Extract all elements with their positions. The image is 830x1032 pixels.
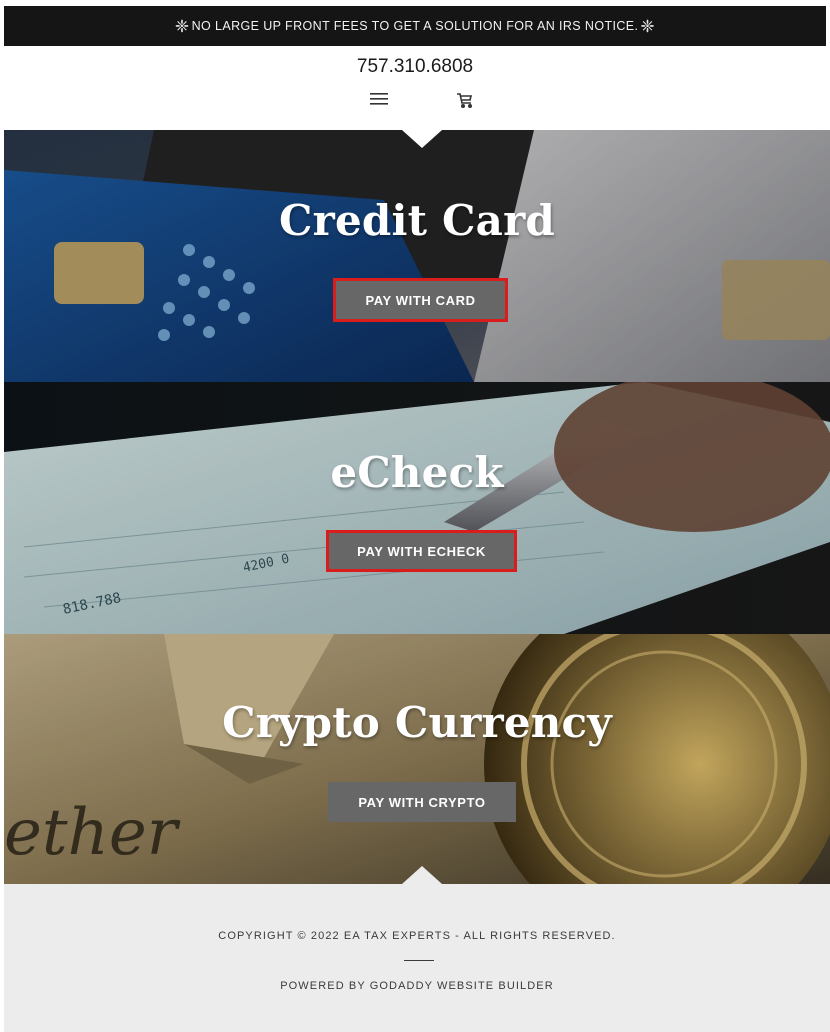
echeck-background-image: 818.788 4200 0 [4, 382, 830, 634]
phone-number[interactable]: 757.310.6808 [0, 56, 830, 78]
pay-with-crypto-button[interactable]: PAY WITH CRYPTO [328, 782, 516, 822]
credit-card-section: Credit Card PAY WITH CARD [4, 130, 830, 382]
announcement-text: NO LARGE UP FRONT FEES TO GET A SOLUTION… [191, 19, 639, 33]
snowflake-icon: ❈ [640, 16, 656, 36]
credit-card-background-image [4, 130, 830, 382]
footer: COPYRIGHT © 2022 EA TAX EXPERTS - ALL RI… [4, 884, 830, 1032]
hamburger-menu-icon[interactable] [370, 92, 388, 111]
footer-divider [404, 960, 434, 961]
section-title: Crypto Currency [222, 698, 612, 747]
echeck-section: 818.788 4200 0 eCheck PAY WITH ECHECK [4, 382, 830, 634]
pay-with-echeck-button[interactable]: PAY WITH ECHECK [326, 530, 517, 572]
copyright-text: COPYRIGHT © 2022 EA TAX EXPERTS - ALL RI… [218, 930, 616, 942]
section-title: Credit Card [279, 196, 555, 245]
announcement-bar: ❈ NO LARGE UP FRONT FEES TO GET A SOLUTI… [4, 6, 826, 46]
shopping-cart-icon[interactable] [456, 92, 474, 113]
powered-by-link[interactable]: POWERED BY GODADDY WEBSITE BUILDER [4, 980, 830, 992]
crypto-background-image: ether [4, 634, 830, 884]
section-notch [402, 866, 442, 884]
section-title: eCheck [330, 448, 504, 497]
snowflake-icon: ❈ [174, 16, 190, 36]
crypto-currency-section: ether Crypto Currency PAY WITH CRYPTO [4, 634, 830, 884]
section-notch [402, 130, 442, 148]
pay-with-card-button[interactable]: PAY WITH CARD [333, 278, 508, 322]
